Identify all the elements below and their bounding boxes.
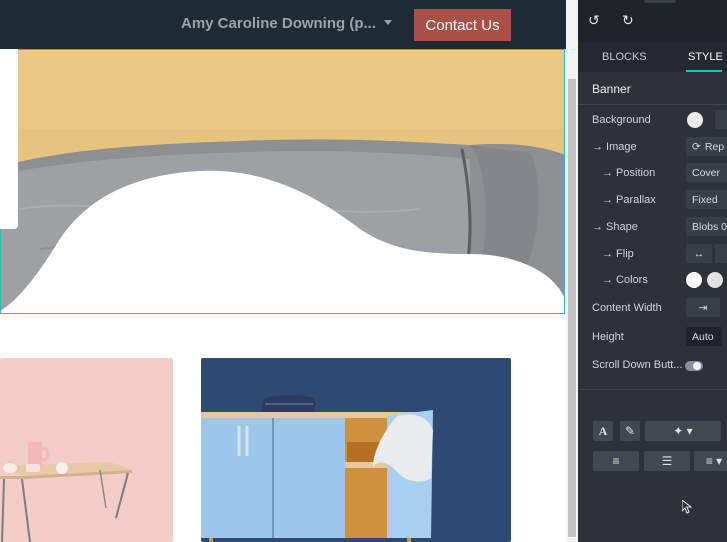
banner-block[interactable] bbox=[0, 49, 565, 314]
navbar: Amy Caroline Downing (p... Contact Us bbox=[0, 0, 566, 49]
chevron-down-icon bbox=[384, 20, 393, 25]
magic-wand-icon[interactable]: ✦ ▾ bbox=[645, 421, 721, 441]
tab-blocks[interactable]: BLOCKS bbox=[602, 51, 647, 63]
background-label: Background bbox=[592, 114, 651, 126]
flip-horizontal-button[interactable]: ↔ bbox=[686, 244, 712, 263]
colors-label: → Colors bbox=[602, 274, 648, 286]
redo-icon[interactable]: ↻ bbox=[622, 12, 634, 29]
shape-color-swatch-2[interactable] bbox=[707, 272, 723, 288]
canvas-scrollbar[interactable] bbox=[566, 0, 578, 542]
image-card-cabinet[interactable] bbox=[201, 358, 511, 542]
parallax-select[interactable]: Fixed bbox=[686, 190, 727, 209]
unordered-list-icon[interactable]: ≡ bbox=[593, 451, 639, 471]
shape-color-swatch-1[interactable] bbox=[686, 272, 702, 288]
user-menu-label: Amy Caroline Downing (p... bbox=[181, 15, 377, 32]
image-card-table[interactable] bbox=[0, 358, 173, 542]
shape-select[interactable]: Blobs 0 bbox=[686, 217, 727, 236]
panel-notch bbox=[644, 0, 676, 3]
content-width-button[interactable]: ⇥ bbox=[686, 298, 720, 317]
banner-image bbox=[0, 49, 565, 314]
scroll-down-toggle[interactable] bbox=[685, 361, 703, 371]
image-label: → Image bbox=[592, 141, 637, 153]
user-menu[interactable]: Amy Caroline Downing (p... bbox=[181, 15, 393, 32]
height-label: Height bbox=[592, 331, 624, 343]
position-select[interactable]: Cover bbox=[686, 163, 727, 182]
content-width-label: Content Width bbox=[592, 302, 662, 314]
shape-label: → Shape bbox=[592, 221, 638, 233]
position-label: → Position bbox=[602, 167, 656, 179]
paint-brush-icon[interactable]: ✎ bbox=[620, 421, 640, 441]
editor-toolbar: ↺ ↻ bbox=[578, 0, 727, 42]
refresh-icon: ⟳ bbox=[692, 140, 701, 153]
replace-image-label: Rep bbox=[704, 140, 725, 153]
flip-vertical-button[interactable] bbox=[715, 244, 727, 263]
background-color-swatch[interactable] bbox=[687, 112, 703, 128]
contact-us-button[interactable]: Contact Us bbox=[414, 9, 511, 41]
tab-style[interactable]: STYLE bbox=[688, 51, 723, 63]
mouse-cursor-icon bbox=[682, 500, 692, 514]
section-title: Banner bbox=[592, 82, 631, 96]
divider bbox=[578, 104, 727, 105]
divider bbox=[578, 389, 727, 390]
undo-icon[interactable]: ↺ bbox=[588, 12, 600, 29]
font-color-icon[interactable]: A bbox=[593, 421, 613, 441]
banner-content-card[interactable] bbox=[0, 49, 18, 229]
active-tab-indicator bbox=[686, 70, 722, 72]
cabinet-image bbox=[201, 358, 511, 542]
scroll-down-label: Scroll Down Butt... bbox=[592, 359, 683, 371]
flip-horizontal-icon: ↔ bbox=[693, 247, 705, 260]
height-auto-button[interactable]: Auto bbox=[686, 327, 722, 346]
flip-label: → Flip bbox=[602, 248, 634, 260]
ordered-list-icon[interactable]: ☰ bbox=[644, 451, 690, 471]
parallax-label: → Parallax bbox=[602, 194, 656, 206]
editor-panel: ↺ ↻ BLOCKS STYLE Banner Background → Ima… bbox=[578, 0, 727, 542]
scrollbar-thumb[interactable] bbox=[568, 79, 576, 537]
editor-tabs: BLOCKS STYLE bbox=[578, 42, 727, 72]
website-canvas: Amy Caroline Downing (p... Contact Us bbox=[0, 0, 566, 542]
background-image-button[interactable] bbox=[715, 110, 727, 129]
replace-image-button[interactable]: ⟳ Rep bbox=[686, 137, 727, 156]
width-icon: ⇥ bbox=[698, 301, 708, 314]
align-icon[interactable]: ≡ ▾ bbox=[694, 451, 727, 471]
table-image bbox=[0, 358, 173, 542]
